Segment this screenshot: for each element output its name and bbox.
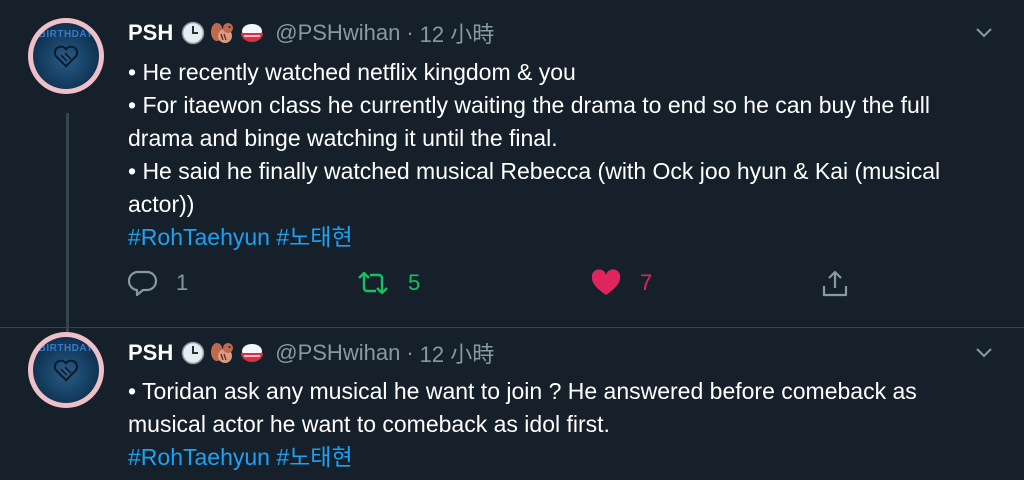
hashtags[interactable]: #RohTaehyun #노태현 bbox=[128, 441, 998, 474]
name-emojis bbox=[181, 340, 265, 366]
tweet-header: PSH @PSHwihan · 12 小時 bbox=[128, 18, 494, 48]
heart-logo-icon bbox=[53, 359, 79, 382]
tweet-text: • Toridan ask any musical he want to joi… bbox=[128, 375, 998, 474]
name-emojis bbox=[181, 20, 265, 46]
avatar-logo-text: BIRTHDAY bbox=[38, 29, 94, 40]
tweet-header: PSH @PSHwihan · 12 小時 bbox=[128, 338, 494, 368]
heart-icon bbox=[591, 269, 621, 295]
display-name[interactable]: PSH bbox=[128, 340, 173, 366]
avatar[interactable]: BIRTHDAY bbox=[28, 18, 104, 94]
tweet-line: • Toridan ask any musical he want to joi… bbox=[128, 378, 917, 437]
reply-count: 1 bbox=[176, 270, 189, 295]
tweet-text: • He recently watched netflix kingdom & … bbox=[128, 56, 998, 254]
share-button[interactable] bbox=[820, 268, 850, 300]
avatar-image: BIRTHDAY bbox=[33, 337, 99, 403]
avatar-logo-text: BIRTHDAY bbox=[38, 343, 94, 354]
tweet[interactable]: BIRTHDAY PSH bbox=[0, 328, 1024, 480]
tweet-line: • He said he finally watched musical Reb… bbox=[128, 158, 941, 217]
tweet-line: • He recently watched netflix kingdom & … bbox=[128, 59, 576, 85]
chipmunk-emoji bbox=[211, 23, 234, 43]
clock-emoji bbox=[182, 341, 205, 365]
like-button[interactable]: 7 bbox=[590, 268, 652, 298]
retweet-icon bbox=[358, 271, 388, 295]
chipmunk-emoji bbox=[211, 343, 234, 363]
like-count: 7 bbox=[640, 270, 653, 295]
username[interactable]: @PSHwihan bbox=[275, 20, 400, 46]
rice-bowl-emoji bbox=[241, 24, 264, 42]
reply-button[interactable]: 1 bbox=[128, 268, 188, 298]
username[interactable]: @PSHwihan bbox=[275, 340, 400, 366]
display-name[interactable]: PSH bbox=[128, 20, 173, 46]
timestamp[interactable]: 12 小時 bbox=[420, 337, 495, 369]
timestamp[interactable]: 12 小時 bbox=[420, 17, 495, 49]
separator-dot: · bbox=[406, 20, 414, 45]
rice-bowl-emoji bbox=[241, 344, 264, 362]
tweet-actions: 1 5 7 bbox=[128, 268, 858, 304]
thread-line bbox=[66, 113, 69, 338]
avatar[interactable]: BIRTHDAY bbox=[28, 332, 104, 408]
separator-dot: · bbox=[406, 340, 414, 365]
share-icon bbox=[822, 270, 848, 297]
avatar-image: BIRTHDAY bbox=[33, 23, 99, 89]
reply-icon bbox=[128, 270, 158, 297]
clock-emoji bbox=[182, 21, 205, 45]
tweet[interactable]: BIRTHDAY PSH bbox=[0, 0, 1024, 338]
hashtags[interactable]: #RohTaehyun #노태현 bbox=[128, 221, 998, 254]
retweet-button[interactable]: 5 bbox=[356, 268, 420, 298]
retweet-count: 5 bbox=[408, 270, 421, 295]
heart-logo-icon bbox=[53, 45, 79, 68]
chevron-down-icon[interactable] bbox=[974, 342, 994, 362]
tweet-line: • For itaewon class he currently waiting… bbox=[128, 92, 930, 151]
chevron-down-icon[interactable] bbox=[974, 22, 994, 42]
